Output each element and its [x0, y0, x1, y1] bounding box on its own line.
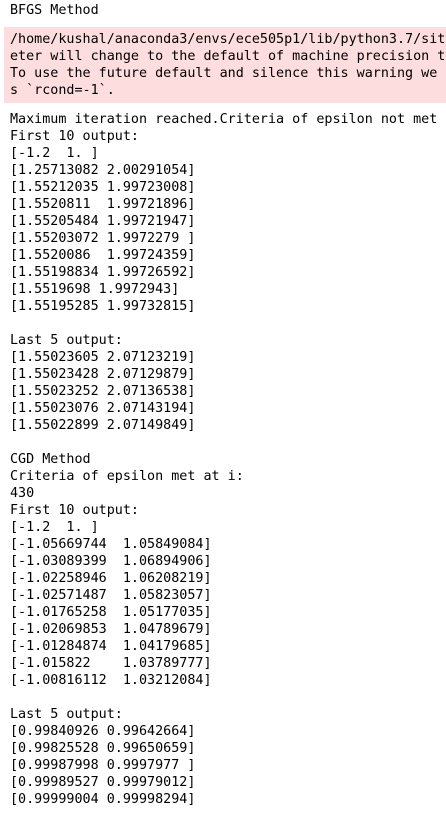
output-row: [1.5520811 1.99721896] [10, 197, 196, 212]
output-row: [1.55205484 1.99721947] [10, 214, 196, 229]
warning-box: /home/kushal/anaconda3/envs/ece505p1/lib… [4, 27, 446, 103]
output-row: [0.99840926 0.99642664] [10, 724, 196, 739]
cgd-status: Criteria of epsilon met at i: [10, 469, 244, 484]
warning-line: eter will change to the default of machi… [10, 49, 446, 64]
output-row: [1.55022899 2.07149849] [10, 418, 196, 433]
output-row: [0.99825528 0.99650659] [10, 741, 196, 756]
output-row: [-1.015822 1.03789777] [10, 656, 212, 671]
cgd-first-label: First 10 output: [10, 503, 139, 518]
output-row: [1.55023428 2.07129879] [10, 367, 196, 382]
output-row: [1.5520086 1.99724359] [10, 248, 196, 263]
warning-line: /home/kushal/anaconda3/envs/ece505p1/lib… [10, 32, 446, 47]
output-row: [1.55198834 1.99726592] [10, 265, 196, 280]
output-row: [1.5519698 1.9972943] [10, 282, 180, 297]
output-row: [1.55212035 1.99723008] [10, 180, 196, 195]
output-row: [0.99989527 0.99979012] [10, 775, 196, 790]
bfgs-status: Maximum iteration reached.Criteria of ep… [10, 112, 438, 127]
output-row: [1.25713082 2.00291054] [10, 163, 196, 178]
bfgs-title: BFGS Method [10, 3, 99, 18]
cgd-last-label: Last 5 output: [10, 707, 123, 722]
output-row: [-1.01765258 1.05177035] [10, 605, 212, 620]
output-row: [0.99999004 0.99998294] [10, 792, 196, 807]
cgd-iteration: 430 [10, 486, 35, 501]
bfgs-first-list: [-1.2 1. ] [1.25713082 2.00291054] [1.55… [10, 145, 446, 315]
output-row: [-1.00816112 1.03212084] [10, 673, 212, 688]
output-row: [-1.02571487 1.05823057] [10, 588, 212, 603]
bfgs-last-label: Last 5 output: [10, 333, 123, 348]
bfgs-first-label: First 10 output: [10, 129, 139, 144]
output-row: [1.55023252 2.07136538] [10, 384, 196, 399]
output-row: [-1.02069853 1.04789679] [10, 622, 212, 637]
output-row: [1.55195285 1.99732815] [10, 299, 196, 314]
output-row: [-1.2 1. ] [10, 520, 99, 535]
cgd-title: CGD Method [10, 452, 91, 467]
bfgs-output: Maximum iteration reached.Criteria of ep… [0, 111, 446, 808]
bfgs-last-list: [1.55023605 2.07123219] [1.55023428 2.07… [10, 349, 446, 434]
output-row: [-1.03089399 1.06894906] [10, 554, 212, 569]
output-row: [1.55023605 2.07123219] [10, 350, 196, 365]
output-row: [-1.01284874 1.04179685] [10, 639, 212, 654]
output-row: [-1.05669744 1.05849084] [10, 537, 212, 552]
output-row: [1.55203072 1.9972279 ] [10, 231, 196, 246]
warning-line: s `rcond=-1`. [10, 83, 115, 98]
output-row: [1.55023076 2.07143194] [10, 401, 196, 416]
cgd-first-list: [-1.2 1. ] [-1.05669744 1.05849084] [-1.… [10, 519, 446, 689]
output-row: [0.99987998 0.9997977 ] [10, 758, 196, 773]
output-row: [-1.2 1. ] [10, 146, 99, 161]
cgd-last-list: [0.99840926 0.99642664] [0.99825528 0.99… [10, 723, 446, 808]
output-row: [-1.02258946 1.06208219] [10, 571, 212, 586]
warning-line: To use the future default and silence th… [10, 66, 446, 81]
